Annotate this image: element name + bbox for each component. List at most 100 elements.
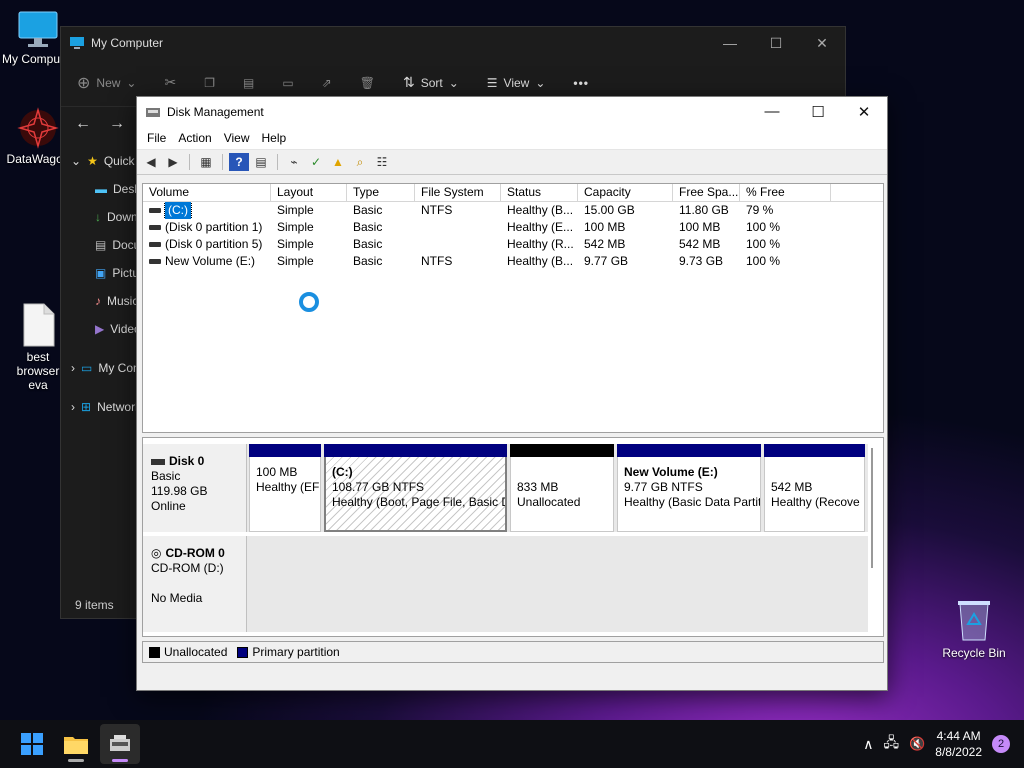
volume-cell	[415, 219, 501, 236]
taskbar-disk-management[interactable]	[100, 724, 140, 764]
minimize-button[interactable]: —	[749, 103, 795, 121]
check-icon[interactable]: ✓	[306, 153, 326, 171]
network-icon: ⊞	[81, 400, 92, 414]
menu-view[interactable]: View	[218, 131, 256, 145]
menu-action[interactable]: Action	[172, 131, 217, 145]
view-label: View	[503, 75, 530, 90]
disk-management-icon	[146, 108, 160, 117]
nav-item-desktop[interactable]: ▬Desktop	[61, 175, 141, 203]
column-header-percent-free[interactable]: % Free	[740, 184, 831, 201]
cut-button[interactable]: ✂	[164, 74, 176, 91]
partition-size: 100 MB	[256, 465, 298, 479]
column-header-free-space[interactable]: Free Spa...	[673, 184, 740, 201]
start-button[interactable]	[12, 724, 52, 764]
clock[interactable]: 4:44 AM 8/8/2022	[935, 728, 982, 760]
dm-toolbar: ◀ ▶ ▦ ? ▤ ⌁ ✓ ▲ ⌕ ☷	[137, 149, 887, 175]
forward-arrow-icon[interactable]: →	[109, 115, 125, 133]
minimize-button[interactable]: —	[707, 35, 753, 52]
primary-swatch	[237, 646, 249, 658]
dm-titlebar[interactable]: Disk Management — ☐ ✕	[137, 97, 887, 127]
partition-title: New Volume (E:)	[624, 465, 718, 479]
vertical-scrollbar[interactable]	[871, 448, 873, 568]
forward-arrow-icon[interactable]: ▶	[163, 153, 183, 171]
column-header-capacity[interactable]: Capacity	[578, 184, 673, 201]
new-button[interactable]: ⊕ New ⌄	[77, 73, 136, 93]
menu-help[interactable]: Help	[256, 131, 293, 145]
cdrom-0-row[interactable]: ◎ CD-ROM 0 CD-ROM (D:) No Media	[143, 536, 868, 632]
sort-button[interactable]: ⇅ Sort ⌄	[403, 74, 459, 91]
notification-badge[interactable]: 2	[992, 735, 1010, 753]
monitor-icon: ▭	[81, 361, 93, 375]
column-header-layout[interactable]: Layout	[271, 184, 347, 201]
volume-row[interactable]: (C:) Simple Basic NTFS Healthy (B... 15.00 GB…	[143, 202, 883, 219]
chevron-right-icon: ›	[71, 361, 75, 375]
disk-0-label[interactable]: Disk 0 Basic 119.98 GB Online	[143, 444, 247, 532]
column-header-type[interactable]: Type	[347, 184, 415, 201]
nav-item-my-computer[interactable]: › ▭ My Computer	[61, 355, 141, 381]
nav-item-downloads[interactable]: ↓Downloads	[61, 203, 141, 231]
disk-0-row[interactable]: Disk 0 Basic 119.98 GB Online 100 MB Heal…	[143, 444, 868, 532]
paste-button[interactable]: ▤	[243, 76, 254, 90]
copy-button[interactable]: ❐	[204, 76, 215, 90]
partition-recovery[interactable]: 542 MB Healthy (Recove	[764, 444, 865, 532]
volume-muted-icon[interactable]: 🔇	[909, 736, 925, 752]
settings-list-icon[interactable]: ☷	[372, 153, 392, 171]
item-count: 9 items	[75, 598, 114, 612]
trash-icon: 🗑	[359, 75, 375, 90]
share-button[interactable]: ⇗	[322, 76, 332, 90]
volume-cell: 9.77 GB	[584, 254, 629, 268]
network-icon[interactable]: 🖧	[883, 732, 899, 756]
delete-button[interactable]: 🗑	[360, 76, 375, 90]
taskbar-file-explorer[interactable]	[56, 724, 96, 764]
more-button[interactable]: •••	[573, 76, 589, 90]
volume-name: New Volume (E:)	[165, 254, 256, 268]
volume-cell: Healthy (E...	[507, 220, 574, 234]
help-icon[interactable]: ?	[229, 153, 249, 171]
volume-row[interactable]: (Disk 0 partition 5) Simple Basic Healthy (…	[143, 236, 883, 253]
partition-c[interactable]: (C:) 108.77 GB NTFS Healthy (Boot, Page Fi…	[324, 444, 507, 532]
rename-button[interactable]: ▭	[282, 76, 293, 90]
volume-cell: 542 MB	[679, 237, 721, 251]
menu-file[interactable]: File	[141, 131, 172, 145]
column-header-status[interactable]: Status	[501, 184, 578, 201]
maximize-button[interactable]: ☐	[753, 35, 799, 52]
explorer-titlebar[interactable]: My Computer — ☐ ✕	[61, 27, 845, 59]
column-header-file-system[interactable]: File System	[415, 184, 501, 201]
chevron-up-icon[interactable]: ∧	[863, 736, 873, 753]
cdrom-0-label[interactable]: ◎ CD-ROM 0 CD-ROM (D:) No Media	[143, 536, 247, 632]
nav-item-documents[interactable]: ▤Documents	[61, 231, 141, 259]
drive-icon	[149, 208, 161, 213]
back-arrow-icon[interactable]: ←	[75, 115, 91, 133]
close-button[interactable]: ✕	[799, 35, 845, 52]
partition-unallocated[interactable]: 833 MB Unallocated	[510, 444, 614, 532]
volume-cell: Healthy (B...	[507, 254, 574, 268]
busy-spinner	[299, 292, 319, 312]
drive-icon	[149, 259, 161, 264]
properties-icon[interactable]: ▤	[251, 153, 271, 171]
nav-item-music[interactable]: ♪ Music	[61, 287, 141, 315]
partition-efi[interactable]: 100 MB Healthy (EF	[249, 444, 321, 532]
volume-row[interactable]: New Volume (E:) Simple Basic NTFS Healthy (B…	[143, 253, 883, 270]
nav-item-videos[interactable]: ▶Videos	[61, 315, 141, 343]
nav-item-network[interactable]: › ⊞ Network	[61, 393, 141, 421]
close-button[interactable]: ✕	[841, 103, 887, 121]
column-header-volume[interactable]: Volume	[143, 184, 271, 201]
cdrom-media: No Media	[151, 591, 203, 605]
nav-item-pictures[interactable]: ▣Pictures	[61, 259, 141, 287]
volume-row[interactable]: (Disk 0 partition 1) Simple Basic Healthy (…	[143, 219, 883, 236]
volume-cell: (Disk 0 partition 5)	[143, 236, 271, 253]
back-arrow-icon[interactable]: ◀	[141, 153, 161, 171]
view-button[interactable]: ☰ View ⌄	[487, 76, 546, 90]
partition-status: Healthy (Recove	[771, 495, 860, 509]
desktop-icon-recycle-bin[interactable]: Recycle Bin	[936, 596, 1012, 660]
nav-item-quick-access[interactable]: ⌄★Quick access	[61, 147, 141, 175]
folder-icon	[64, 737, 88, 754]
show-hide-console-icon[interactable]: ▦	[196, 153, 216, 171]
search-icon[interactable]: ⌕	[350, 153, 370, 171]
partition-e[interactable]: New Volume (E:) 9.77 GB NTFS Healthy (Basi…	[617, 444, 761, 532]
folder-up-icon[interactable]: ▲	[328, 153, 348, 171]
maximize-button[interactable]: ☐	[795, 103, 841, 121]
disk-name: Disk 0	[169, 454, 205, 468]
connect-icon[interactable]: ⌁	[284, 153, 304, 171]
navigation-pane: ← → ⌄★Quick access ▬Desktop ↓Downloads ▤…	[61, 109, 141, 618]
